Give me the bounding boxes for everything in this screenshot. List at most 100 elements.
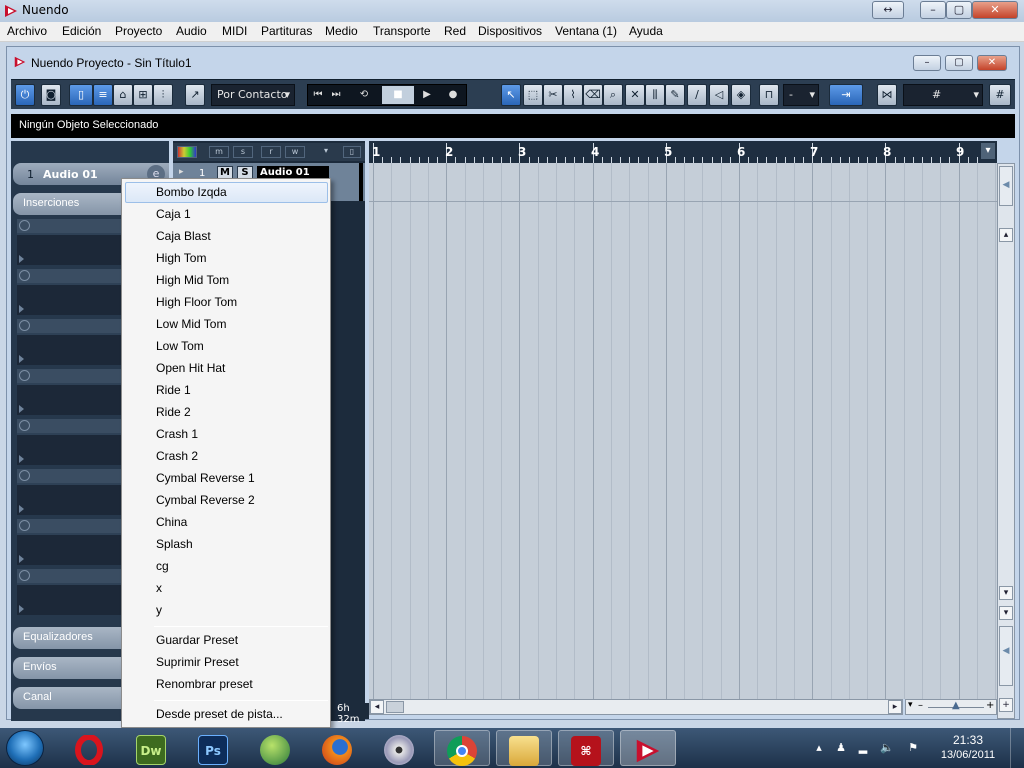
vertical-scrollbar[interactable]: ◀ ▴ ▾ ▾ ◀ +	[997, 163, 1015, 719]
taskbar-nuendo[interactable]	[620, 730, 676, 766]
menu-medio[interactable]: Medio	[325, 24, 358, 38]
draw-tool-icon[interactable]: ✎	[665, 84, 685, 106]
show-desktop-button[interactable]	[1010, 728, 1024, 768]
track-scroll-area[interactable]: ◀	[999, 166, 1013, 206]
taskbar-firefox[interactable]	[310, 730, 366, 766]
snap-icon[interactable]: ⊓	[759, 84, 779, 106]
preset-item[interactable]: High Tom	[156, 251, 206, 265]
chevron-down-icon[interactable]: ▾	[319, 146, 333, 158]
clock-date[interactable]: 13/06/2011	[936, 749, 1000, 761]
menu-audio[interactable]: Audio	[176, 24, 207, 38]
taskbar-explorer[interactable]	[496, 730, 552, 766]
play-button[interactable]: ▶	[416, 86, 438, 104]
erase-tool-icon[interactable]: ⌫	[583, 84, 603, 106]
show-inspector-icon[interactable]: ▯	[69, 84, 93, 106]
chevron-down-icon[interactable]: ▾	[999, 606, 1013, 620]
scroll-right-icon[interactable]: ▸	[888, 700, 902, 714]
project-maximize-button[interactable]: ▢	[945, 55, 973, 71]
automation-mode-icon[interactable]: ↗	[185, 84, 205, 106]
rename-preset-item[interactable]: Renombrar preset	[156, 677, 253, 691]
preset-item[interactable]: Low Mid Tom	[156, 317, 226, 331]
arrange-area[interactable]	[369, 163, 997, 699]
power-icon[interactable]	[19, 270, 30, 281]
time-warp-tool-icon[interactable]: ⫼	[645, 84, 665, 106]
preset-item[interactable]: Splash	[156, 537, 193, 551]
ruler[interactable]: 1 2 3 4 5 6 7 8 9 ▾	[369, 141, 997, 163]
project-close-button[interactable]: ✕	[977, 55, 1007, 71]
preset-item[interactable]: Open Hit Hat	[156, 361, 225, 375]
record-button[interactable]: ●	[442, 86, 464, 104]
split-tool-icon[interactable]: ✂	[543, 84, 563, 106]
delete-preset-item[interactable]: Suprimir Preset	[156, 655, 239, 669]
preset-item[interactable]: Caja Blast	[156, 229, 211, 243]
preset-item[interactable]: Crash 1	[156, 427, 198, 441]
clock-time[interactable]: 21:33	[936, 733, 1000, 747]
scroll-left-icon[interactable]: ◂	[370, 700, 384, 714]
vertical-zoom-slider[interactable]: ◀	[999, 626, 1013, 686]
scroll-up-icon[interactable]: ▴	[999, 228, 1013, 242]
preset-item[interactable]: Bombo Izqda	[156, 185, 227, 199]
read-all-button[interactable]: r	[261, 146, 281, 158]
auto-scroll-icon[interactable]: ⇥	[829, 84, 863, 106]
preset-item[interactable]: Ride 2	[156, 405, 191, 419]
track-colors-icon[interactable]	[177, 146, 197, 158]
horizontal-scroll-thumb[interactable]	[386, 701, 404, 713]
power-icon[interactable]	[19, 520, 30, 531]
show-hidden-icons-icon[interactable]: ▴	[812, 741, 826, 755]
start-button[interactable]	[6, 730, 44, 766]
track-height-icon[interactable]: ▯	[343, 146, 361, 158]
power-icon[interactable]	[19, 370, 30, 381]
zoom-in-icon[interactable]: +	[986, 700, 994, 711]
taskbar-dvd[interactable]	[372, 730, 428, 766]
grid-snap-icon[interactable]: #	[989, 84, 1011, 106]
menu-edicion[interactable]: Edición	[62, 24, 101, 38]
menu-ayuda[interactable]: Ayuda	[629, 24, 663, 38]
menu-midi[interactable]: MIDI	[222, 24, 247, 38]
grid-type-dropdown[interactable]: # ▾	[903, 84, 983, 106]
horizontal-zoom-slider[interactable]: ▾ – ▲ +	[905, 699, 997, 715]
preset-item[interactable]: Ride 1	[156, 383, 191, 397]
object-select-tool-icon[interactable]: ↖	[501, 84, 521, 106]
scroll-down-icon[interactable]: ▾	[999, 586, 1013, 600]
zoom-tool-icon[interactable]: ⌕	[603, 84, 623, 106]
preset-item[interactable]: Caja 1	[156, 207, 191, 221]
preset-item[interactable]: China	[156, 515, 187, 529]
menu-partituras[interactable]: Partituras	[261, 24, 312, 38]
horizontal-scrollbar[interactable]: ◂ ▸	[369, 699, 903, 715]
preset-item[interactable]: cg	[156, 559, 169, 573]
expand-icon[interactable]: ▸	[179, 167, 184, 177]
line-tool-icon[interactable]: ∕	[687, 84, 707, 106]
taskbar-photoshop[interactable]: Ps	[186, 730, 242, 766]
go-to-start-icon[interactable]: ⏮	[310, 86, 326, 104]
cycle-icon[interactable]: ⟲	[350, 86, 378, 104]
menu-archivo[interactable]: Archivo	[7, 24, 47, 38]
menu-red[interactable]: Red	[444, 24, 466, 38]
zoom-thumb-icon[interactable]: ▲	[952, 700, 960, 711]
power-icon[interactable]	[19, 220, 30, 231]
quantize-dropdown[interactable]: - ▾	[783, 84, 819, 106]
zoom-in-icon[interactable]: +	[999, 698, 1013, 712]
taskbar-chrome[interactable]	[434, 730, 490, 766]
zoom-out-icon[interactable]: –	[918, 700, 923, 711]
range-select-tool-icon[interactable]: ⬚	[523, 84, 543, 106]
power-icon[interactable]	[19, 320, 30, 331]
menu-dispositivos[interactable]: Dispositivos	[478, 24, 542, 38]
project-minimize-button[interactable]: –	[913, 55, 941, 71]
taskbar-acrobat[interactable]: ⌘	[558, 730, 614, 766]
taskbar-globe-app[interactable]	[248, 730, 304, 766]
chevron-down-icon[interactable]: ▾	[908, 700, 913, 710]
power-icon[interactable]	[19, 420, 30, 431]
solo-all-button[interactable]: s	[233, 146, 253, 158]
menu-transporte[interactable]: Transporte	[373, 24, 431, 38]
color-tool-icon[interactable]: ◈	[731, 84, 751, 106]
preset-item[interactable]: Low Tom	[156, 339, 204, 353]
preset-item[interactable]: Cymbal Reverse 2	[156, 493, 255, 507]
save-preset-item[interactable]: Guardar Preset	[156, 633, 238, 647]
activate-project-button[interactable]: ⏻	[15, 84, 35, 106]
preset-item[interactable]: Crash 2	[156, 449, 198, 463]
signal-icon[interactable]: ▂	[856, 741, 870, 755]
glue-tool-icon[interactable]: ⌇	[563, 84, 583, 106]
preset-item[interactable]: Cymbal Reverse 1	[156, 471, 255, 485]
minimize-button[interactable]: –	[920, 1, 946, 19]
mode-select-dropdown[interactable]: Por Contacto ▾	[211, 84, 295, 106]
